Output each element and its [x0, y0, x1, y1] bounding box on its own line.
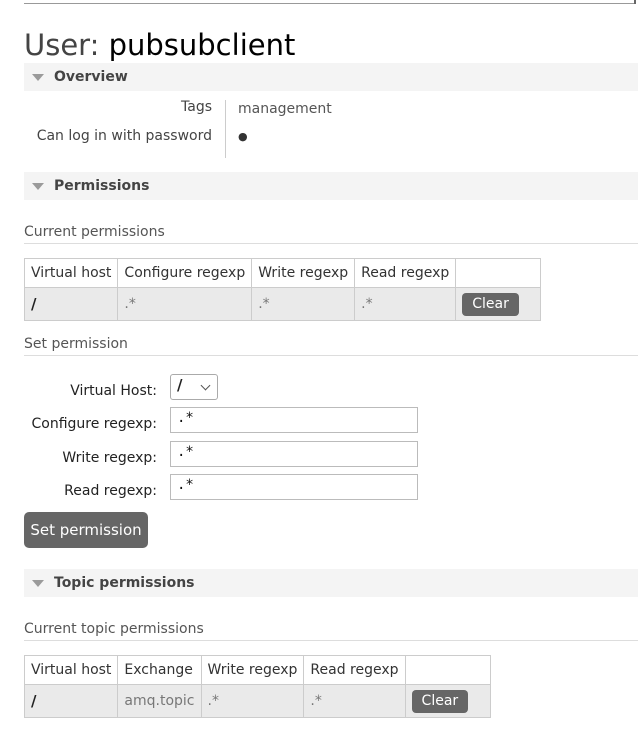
tags-value: management — [238, 101, 332, 117]
overview-divider — [225, 100, 226, 158]
permissions-section-toggle[interactable]: Permissions — [24, 172, 638, 200]
topic-permissions-section-toggle[interactable]: Topic permissions — [24, 569, 638, 597]
action-cell: Clear — [404, 684, 491, 718]
set-permission-button[interactable]: Set permission — [24, 512, 148, 548]
action-cell: Clear — [455, 287, 542, 321]
topic-permissions-table: Virtual host Exchange Write regexp Read … — [23, 655, 491, 718]
write-cell: .* — [251, 287, 356, 321]
triangle-down-icon — [32, 183, 44, 190]
triangle-down-icon — [32, 74, 44, 81]
overview-section-toggle[interactable]: Overview — [24, 63, 638, 91]
column-header: Configure regexp — [117, 258, 253, 288]
column-header-empty — [455, 258, 542, 288]
column-header: Virtual host — [23, 655, 119, 685]
write-label: Write regexp: — [62, 450, 157, 466]
column-header: Virtual host — [23, 258, 119, 288]
top-divider — [24, 0, 636, 4]
current-permissions-heading: Current permissions — [24, 224, 638, 244]
overview-heading: Overview — [54, 69, 128, 85]
password-value: ● — [238, 130, 248, 143]
topic-permissions-heading: Topic permissions — [54, 575, 195, 591]
configure-label: Configure regexp: — [31, 416, 157, 432]
configure-cell: .* — [117, 287, 253, 321]
triangle-down-icon — [32, 580, 44, 587]
page-title: User: pubsubclient — [24, 28, 295, 62]
table-header-row: Virtual host Configure regexp Write rege… — [23, 258, 542, 288]
column-header: Write regexp — [200, 655, 305, 685]
vhost-cell: / — [23, 287, 119, 321]
title-prefix: User: — [24, 28, 100, 62]
read-regexp-input[interactable]: .* — [170, 474, 418, 500]
column-header: Exchange — [117, 655, 202, 685]
clear-topic-permission-button[interactable]: Clear — [411, 689, 469, 713]
column-header: Read regexp — [354, 258, 457, 288]
tags-label: Tags — [181, 99, 212, 115]
vhost-label: Virtual Host: — [70, 383, 157, 399]
table-row: / amq.topic .* .* Clear — [23, 684, 491, 718]
column-header-empty — [404, 655, 491, 685]
write-regexp-input[interactable]: .* — [170, 441, 418, 467]
user-name: pubsubclient — [108, 28, 296, 62]
set-permission-heading: Set permission — [24, 336, 638, 356]
permissions-heading: Permissions — [54, 178, 150, 194]
vhost-select-value: / — [177, 376, 183, 394]
password-label: Can log in with password — [36, 128, 212, 144]
exchange-cell: amq.topic — [117, 684, 202, 718]
clear-permission-button[interactable]: Clear — [462, 292, 519, 316]
column-header: Write regexp — [251, 258, 356, 288]
column-header: Read regexp — [303, 655, 406, 685]
table-row: / .* .* .* Clear — [23, 287, 542, 321]
read-cell: .* — [354, 287, 457, 321]
configure-regexp-input[interactable]: .* — [170, 407, 418, 433]
table-header-row: Virtual host Exchange Write regexp Read … — [23, 655, 491, 685]
read-label: Read regexp: — [64, 483, 157, 499]
write-cell: .* — [200, 684, 305, 718]
vhost-cell: / — [23, 684, 119, 718]
permissions-table: Virtual host Configure regexp Write rege… — [23, 258, 542, 321]
current-topic-permissions-heading: Current topic permissions — [24, 621, 638, 641]
read-cell: .* — [303, 684, 406, 718]
vhost-select[interactable]: / — [170, 374, 218, 400]
chevron-down-icon — [200, 380, 211, 391]
